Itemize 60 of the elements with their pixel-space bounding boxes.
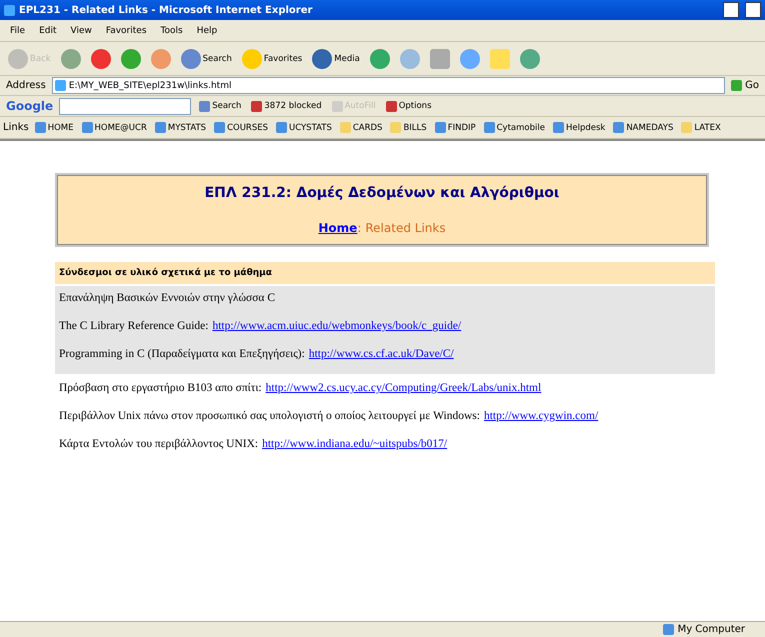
url-link[interactable]: http://www.indiana.edu/~uitspubs/b017/ (262, 438, 448, 450)
link-description: Επανάληψη Βασικών Εννοιών στην γλώσσα C (59, 292, 276, 304)
link-bar-item[interactable]: CARDS (338, 120, 384, 135)
menu-item[interactable]: View (66, 24, 96, 38)
link-bar-item[interactable]: BILLS (388, 120, 429, 135)
link-description: Κάρτα Εντολών του περιβάλλοντος UNIX: (59, 438, 258, 450)
print-button[interactable] (428, 46, 452, 70)
breadcrumb-current: Related Links (365, 221, 446, 235)
toolbar-icon (430, 48, 450, 68)
url-link[interactable]: http://www.cs.cf.ac.uk/Dave/C/ (308, 348, 454, 360)
page-heading: ΕΠΛ 231.2: Δομές Δεδομένων και Αλγόριθμοι (204, 185, 560, 201)
toolbar-icon (8, 48, 28, 68)
google-search-button[interactable]: Search (197, 98, 244, 114)
link-bar-item[interactable]: UCYSTATS (274, 120, 334, 135)
media-button[interactable]: Media (310, 46, 362, 70)
search-button[interactable]: Search (178, 46, 234, 70)
section-title: Σύνδεσμοι σε υλικό σχετικά με το μάθημα (55, 262, 715, 284)
link-description: Περιβάλλον Unix πάνω στον προσωπικό σας υπολογιστή ο οποίος λειτουργεί με Windows: (59, 410, 480, 422)
google-search-field[interactable] (59, 98, 192, 114)
link-bar-item[interactable]: MYSTATS (152, 120, 208, 135)
link-bar-item[interactable]: COURSES (212, 120, 270, 135)
link-bar-item[interactable]: NAMEDAYS (611, 120, 676, 135)
popup-blocker-button[interactable]: 3872 blocked (249, 98, 324, 114)
link-bar-item[interactable]: HOME (32, 120, 76, 135)
minimize-button[interactable] (723, 2, 739, 18)
menu-item[interactable]: Tools (156, 24, 187, 38)
link-bar-item[interactable]: FINDIP (432, 120, 478, 135)
link-description: Programming in C (Παραδείγματα και Επεξηγήσεις): (59, 348, 305, 360)
zone-label: My Computer (678, 624, 745, 635)
options-button[interactable]: Options (384, 98, 434, 114)
address-label: Address (6, 80, 46, 91)
toolbar-icon (490, 48, 510, 68)
menu-item[interactable]: Edit (35, 24, 60, 38)
url-link[interactable]: http://www.acm.uiuc.edu/webmonkeys/book/c_guide/ (212, 320, 462, 332)
menu-item[interactable]: File (6, 24, 30, 38)
go-button[interactable]: Go (731, 80, 759, 91)
url-link[interactable]: http://www2.cs.ucy.ac.cy/Computing/Greek/Labs/unix.html (266, 382, 542, 394)
link-description: The C Library Reference Guide: (59, 320, 208, 332)
link-bar-item[interactable]: HOME@UCR (80, 120, 149, 135)
maximize-button[interactable] (745, 2, 761, 18)
link-bar-item[interactable]: Helpdesk (550, 120, 608, 135)
links-label: Links (3, 122, 29, 133)
link-bar-item[interactable]: LATEX (679, 120, 723, 135)
google-logo[interactable]: Google (6, 99, 54, 113)
link-description: Πρόσβαση στο εργαστήριο B103 απο σπίτι: (59, 382, 262, 394)
menu-item[interactable]: Help (192, 24, 222, 38)
favorites-button[interactable]: Favorites (240, 46, 304, 70)
toolbar-icon (460, 48, 480, 68)
link-bar-item[interactable]: Cytamobile (482, 120, 547, 135)
toolbar-icon (370, 48, 390, 68)
home-link[interactable]: Home (318, 221, 358, 235)
toolbar-icon (312, 48, 332, 68)
toolbar-icon (520, 48, 540, 68)
url-link[interactable]: http://www.cygwin.com/ (484, 410, 598, 422)
breadcrumb-separator: : (357, 221, 362, 235)
toolbar-icon (60, 48, 81, 68)
toolbar-icon (400, 48, 420, 68)
address-field[interactable]: E:\MY_WEB_SITE\epl231w\links.html (52, 77, 726, 94)
window-title: EPL231 - Related Links - Microsoft Internet Explorer (19, 4, 314, 16)
menu-item[interactable]: Favorites (102, 24, 151, 38)
